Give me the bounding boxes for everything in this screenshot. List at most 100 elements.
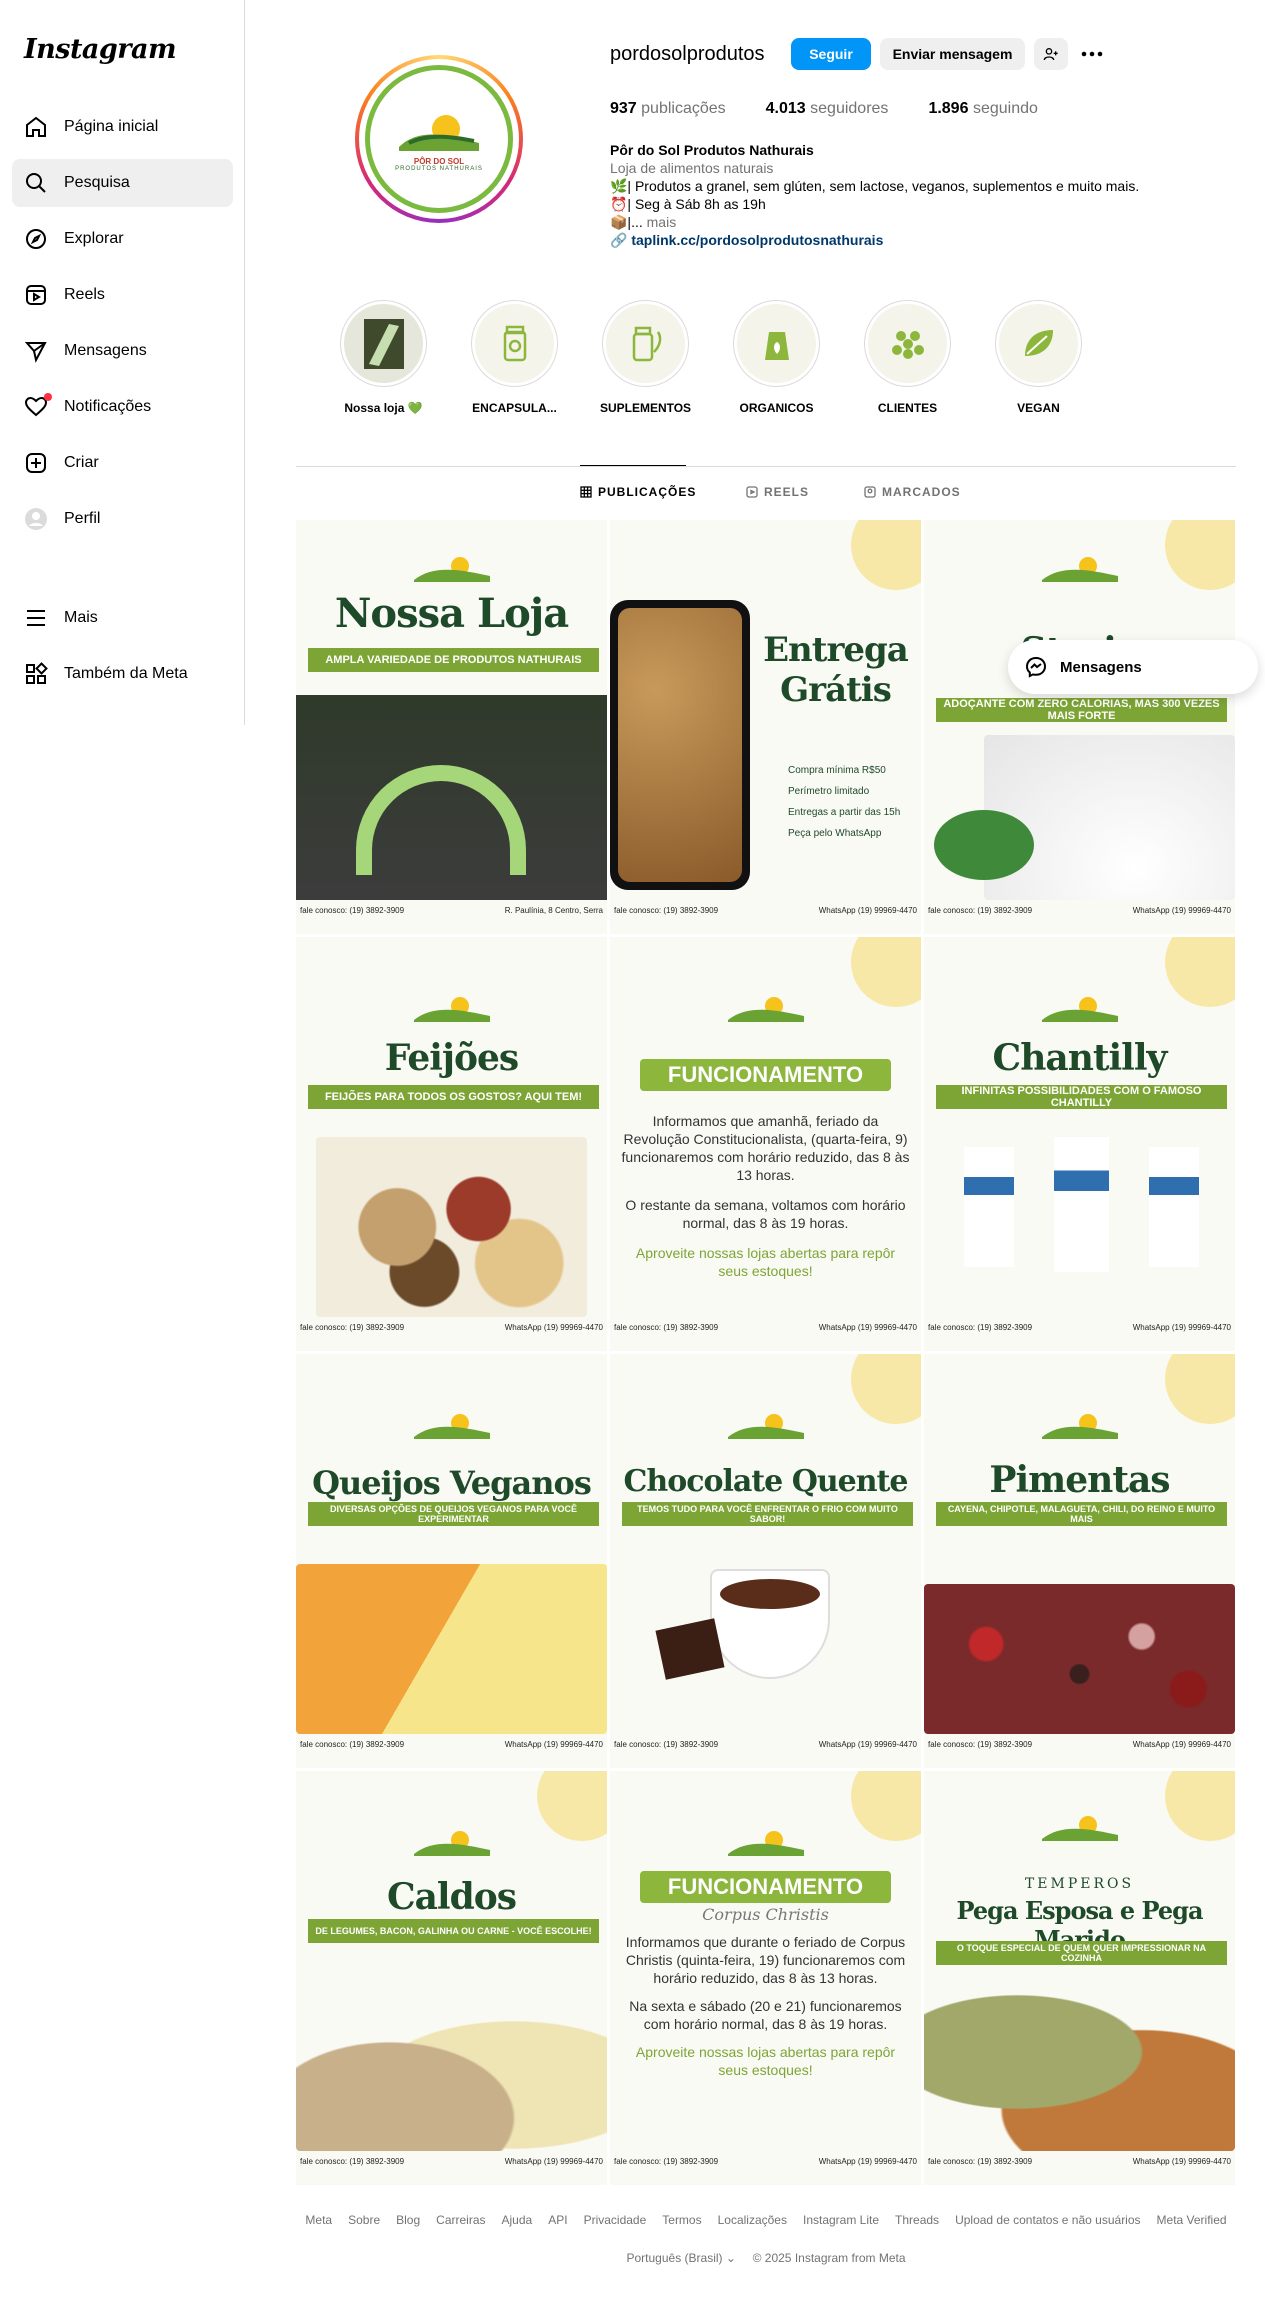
sidebar-item-explore[interactable]: Explorar bbox=[12, 215, 233, 263]
highlight-clientes[interactable]: CLIENTES bbox=[850, 300, 965, 415]
following-count[interactable]: 1.896 seguindo bbox=[928, 100, 1037, 118]
post-tile[interactable]: Queijos Veganos DIVERSAS OPÇÕES DE QUEIJ… bbox=[296, 1354, 607, 1768]
post-title: Entrega Grátis bbox=[763, 630, 909, 710]
footer-link[interactable]: Sobre bbox=[348, 2213, 380, 2227]
sunset-logo-icon bbox=[399, 114, 479, 151]
profile-link[interactable]: 🔗 taplink.cc/pordosolprodutosnathurais bbox=[610, 231, 1170, 249]
post-footer: fale conosco: (19) 3892-3909 WhatsApp (19… bbox=[928, 1740, 1231, 1749]
followers-count[interactable]: 4.013 seguidores bbox=[766, 100, 889, 118]
footer-link[interactable]: Upload de contatos e não usuários bbox=[955, 2213, 1140, 2227]
reels-icon bbox=[26, 285, 46, 305]
post-tile[interactable]: Pimentas CAYENA, CHIPOTLE, MALAGUETA, CH… bbox=[924, 1354, 1235, 1768]
footer-link[interactable]: API bbox=[548, 2213, 567, 2227]
menu-icon bbox=[27, 610, 45, 626]
organic-bag-icon bbox=[764, 331, 789, 360]
footer-bottom: Português (Brasil) ⌄ © 2025 Instagram fr… bbox=[296, 2251, 1236, 2265]
profile-avatar[interactable]: PÔR DO SOL PRODUTOS NATHURAIS bbox=[355, 55, 523, 223]
post-banner: DE LEGUMES, BACON, GALINHA OU CARNE - VO… bbox=[308, 1919, 599, 1943]
sun-decoration bbox=[1165, 937, 1235, 1007]
sidebar-item-reels[interactable]: Reels bbox=[12, 271, 233, 319]
sidebar-item-search[interactable]: Pesquisa bbox=[12, 159, 233, 207]
tab-reels[interactable]: REELS bbox=[746, 485, 809, 499]
balloon-arch bbox=[356, 765, 526, 875]
post-tile[interactable]: Entrega Grátis Compra mínima R$50 Perímet… bbox=[610, 520, 921, 934]
post-tile[interactable]: Stevia ADOÇANTE COM ZERO CALORIAS, MAS 3… bbox=[924, 520, 1235, 934]
footer-link[interactable]: Threads bbox=[895, 2213, 939, 2227]
post-footer: fale conosco: (19) 3892-3909 WhatsApp (19… bbox=[928, 2157, 1231, 2166]
plus-icon bbox=[26, 453, 46, 473]
footer-link[interactable]: Blog bbox=[396, 2213, 420, 2227]
sidebar-item-notifications[interactable]: Notificações bbox=[12, 383, 233, 431]
store-photo-icon bbox=[363, 318, 404, 369]
brand-logo-icon bbox=[1041, 997, 1118, 1022]
sun-decoration bbox=[851, 1354, 921, 1424]
messenger-icon bbox=[1025, 656, 1047, 678]
footer-link[interactable]: Termos bbox=[662, 2213, 701, 2227]
highlight-organicos[interactable]: ORGANICOS bbox=[719, 300, 834, 415]
post-title: Nossa Loja bbox=[334, 590, 569, 637]
profile-logo-text: PÔR DO SOL bbox=[413, 156, 465, 166]
sidebar-item-home[interactable]: Página inicial bbox=[12, 103, 233, 151]
language-selector[interactable]: Português (Brasil) ⌄ bbox=[626, 2251, 735, 2265]
follow-button[interactable]: Seguir bbox=[791, 38, 871, 70]
delivery-list: Compra mínima R$50 Perímetro limitado Entr… bbox=[788, 765, 901, 839]
notification-dot bbox=[44, 393, 52, 401]
post-tile[interactable]: Nossa Loja AMPLA VARIEDADE DE PRODUTOS N… bbox=[296, 520, 607, 934]
footer-link[interactable]: Carreiras bbox=[436, 2213, 485, 2227]
tab-tagged[interactable]: MARCADOS bbox=[864, 485, 961, 499]
post-tile[interactable]: Caldos DE LEGUMES, BACON, GALINHA OU CAR… bbox=[296, 1771, 607, 2185]
sidebar-item-meta[interactable]: Também da Meta bbox=[12, 650, 233, 698]
reels-icon bbox=[746, 486, 758, 498]
post-tile[interactable]: Feijões FEIJÕES PARA TODOS OS GOSTOS? AQ… bbox=[296, 937, 607, 1351]
post-banner: ADOÇANTE COM ZERO CALORIAS, MAS 300 VEZE… bbox=[936, 698, 1227, 722]
post-pretitle: TEMPEROS bbox=[1024, 1876, 1135, 1892]
post-footer: fale conosco: (19) 3892-3909 WhatsApp (19… bbox=[300, 1323, 603, 1332]
highlight-nossa-loja[interactable]: Nossa loja 💚 bbox=[326, 300, 441, 415]
suggest-users-button[interactable] bbox=[1034, 38, 1068, 70]
sidebar-item-messages[interactable]: Mensagens bbox=[12, 327, 233, 375]
sidebar-item-label: Criar bbox=[64, 454, 99, 471]
spices-photo bbox=[924, 1986, 1235, 2151]
footer-link[interactable]: Meta Verified bbox=[1157, 2213, 1227, 2227]
footer-link[interactable]: Localizações bbox=[718, 2213, 787, 2227]
footer-link[interactable]: Meta bbox=[305, 2213, 332, 2227]
brand-logo-icon bbox=[1041, 557, 1118, 582]
profile-logo: PÔR DO SOL PRODUTOS NATHURAIS bbox=[365, 65, 513, 213]
grid-icon bbox=[580, 486, 592, 498]
sun-decoration bbox=[851, 520, 921, 590]
send-message-button[interactable]: Enviar mensagem bbox=[880, 38, 1025, 70]
sugar-photo bbox=[984, 735, 1235, 900]
sidebar-item-profile[interactable]: Perfil bbox=[12, 495, 233, 543]
people-icon bbox=[891, 330, 924, 359]
sidebar-item-label: Também da Meta bbox=[64, 665, 188, 682]
brand-logo-icon bbox=[413, 557, 490, 582]
highlight-label: SUPLEMENTOS bbox=[599, 401, 692, 415]
sidebar-item-more[interactable]: Mais bbox=[12, 594, 233, 642]
sidebar-item-create[interactable]: Criar bbox=[12, 439, 233, 487]
post-tile[interactable]: Chantilly INFINITAS POSSIBILIDADES COM O… bbox=[924, 937, 1235, 1351]
post-subtitle: Corpus Christis bbox=[702, 1905, 829, 1924]
highlight-thumbnail bbox=[344, 304, 423, 383]
post-tile[interactable]: TEMPEROS Pega Esposa e Pega Marido O TOQ… bbox=[924, 1771, 1235, 2185]
profile-bio: Pôr do Sol Produtos Nathurais Loja de al… bbox=[610, 141, 1170, 249]
sidebar-item-label: Perfil bbox=[64, 510, 101, 527]
footer-link[interactable]: Instagram Lite bbox=[803, 2213, 879, 2227]
post-tile[interactable]: Chocolate Quente TEMOS TUDO PARA VOCÊ EN… bbox=[610, 1354, 921, 1768]
messages-floating-button[interactable]: Mensagens bbox=[1008, 640, 1258, 694]
highlight-vegan[interactable]: VEGAN bbox=[981, 300, 1096, 415]
highlight-suplementos[interactable]: SUPLEMENTOS bbox=[588, 300, 703, 415]
footer-link[interactable]: Ajuda bbox=[502, 2213, 533, 2227]
phone-image bbox=[610, 600, 750, 890]
chantilly-box bbox=[964, 1147, 1014, 1267]
highlight-encapsulados[interactable]: ENCAPSULA... bbox=[457, 300, 572, 415]
post-tile[interactable]: FUNCIONAMENTO Corpus Christis Informamos… bbox=[610, 1771, 921, 2185]
post-tile[interactable]: FUNCIONAMENTO Informamos que amanhã, fer… bbox=[610, 937, 921, 1351]
posts-count: 937 publicações bbox=[610, 100, 726, 117]
footer-link[interactable]: Privacidade bbox=[584, 2213, 647, 2227]
instagram-logo[interactable]: Instagram bbox=[24, 34, 177, 65]
tab-posts[interactable]: PUBLICAÇÕES bbox=[580, 485, 696, 499]
bio-more-link[interactable]: mais bbox=[647, 214, 677, 230]
more-options-button[interactable] bbox=[1076, 38, 1108, 70]
post-footer: fale conosco: (19) 3892-3909 WhatsApp (19… bbox=[928, 1323, 1231, 1332]
post-title: Queijos Veganos bbox=[312, 1464, 592, 1502]
